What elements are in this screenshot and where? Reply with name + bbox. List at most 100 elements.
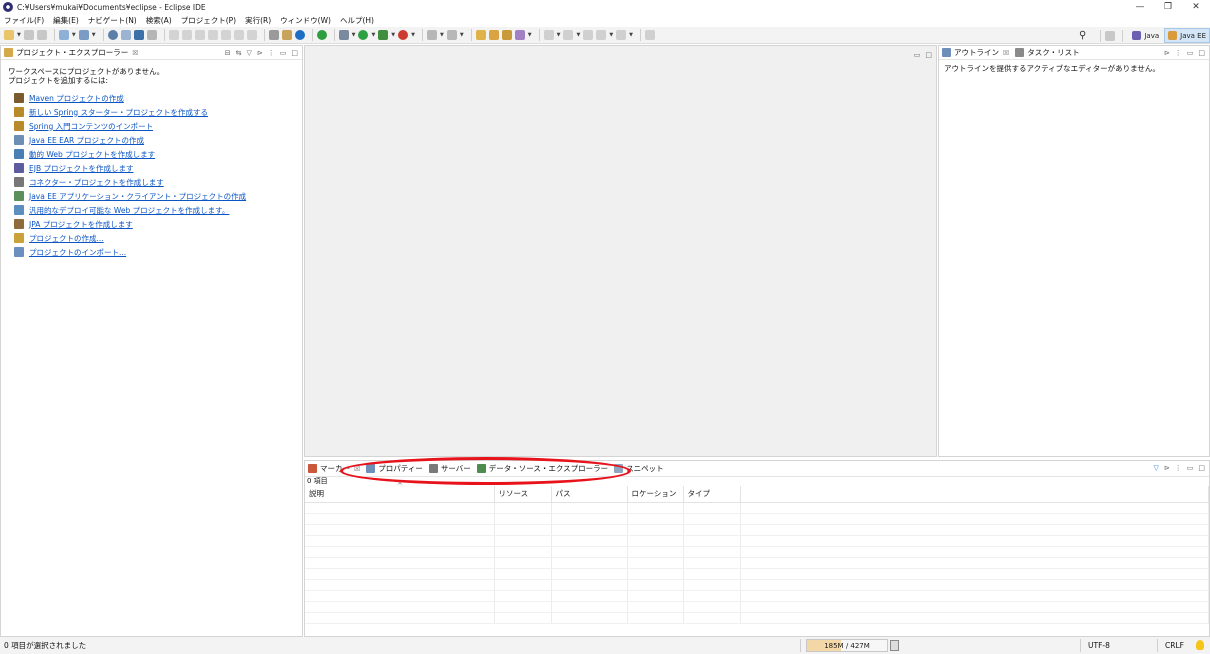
run-icon[interactable] [358,30,369,40]
create-project-link-label[interactable]: 動的 Web プロジェクトを作成します [29,149,155,160]
maximize-view-icon[interactable]: □ [1198,464,1205,472]
column-location[interactable]: ロケーション [627,486,684,503]
create-project-link-label[interactable]: Java EE EAR プロジェクトの作成 [29,135,144,146]
use-step-filters-icon[interactable] [268,30,279,40]
menu-run[interactable]: 実行(R) [245,15,271,26]
chevron-down-icon[interactable]: ▼ [352,32,356,38]
external-tools-icon[interactable] [398,30,409,40]
new-package-icon[interactable] [446,30,457,40]
chevron-down-icon[interactable]: ▼ [576,32,580,38]
create-project-link[interactable]: EJB プロジェクトを作成します [14,161,302,175]
tab-data-source-explorer[interactable]: データ・ソース・エクスプローラー [476,463,608,474]
menu-project[interactable]: プロジェクト(P) [181,15,236,26]
menu-edit[interactable]: 編集(E) [53,15,79,26]
step-return-icon[interactable] [246,30,257,40]
next-annotation-icon[interactable] [543,30,554,40]
tab-properties[interactable]: プロパティー [366,463,423,474]
close-icon[interactable]: ☒ [354,465,360,473]
open-folder-icon[interactable] [475,30,486,40]
step-into-icon[interactable] [220,30,231,40]
create-project-link-label[interactable]: Spring 入門コンテンツのインポート [29,121,153,132]
create-project-link-label[interactable]: JPA プロジェクトを作成します [29,219,133,230]
create-project-link[interactable]: プロジェクトのインポート... [14,245,302,259]
create-project-link[interactable]: Maven プロジェクトの作成 [14,91,302,105]
console-icon[interactable] [133,30,144,40]
step-over-icon[interactable] [233,30,244,40]
tab-project-explorer[interactable]: プロジェクト・エクスプローラー ☒ [4,47,139,58]
chevron-down-icon[interactable]: ▼ [92,32,96,38]
create-project-link[interactable]: Java EE EAR プロジェクトの作成 [14,133,302,147]
tab-task-list[interactable]: タスク・リスト [1015,47,1080,58]
create-project-link[interactable]: Java EE アプリケーション・クライアント・プロジェクトの作成 [14,189,302,203]
open-perspective-icon[interactable] [1105,30,1116,41]
create-project-link-label[interactable]: コネクター・プロジェクトを作成します [29,177,164,188]
new-wizard-icon[interactable] [78,30,89,40]
link-with-editor-icon[interactable]: ⇆ [236,49,242,57]
menu-navigate[interactable]: ナビゲート(N) [88,15,137,26]
chevron-down-icon[interactable]: ▼ [72,32,76,38]
create-project-link-label[interactable]: プロジェクトの作成... [29,233,104,244]
toggle-mark-icon[interactable] [146,30,157,40]
create-project-link[interactable]: プロジェクトの作成... [14,231,302,245]
column-description[interactable]: ^ 説明 [305,482,495,503]
create-project-link[interactable]: JPA プロジェクトを作成します [14,217,302,231]
create-project-link[interactable]: 汎用的なデプロイ可能な Web プロジェクトを作成します。 [14,203,302,217]
suspend-icon[interactable] [181,30,192,40]
focus-icon[interactable]: ⊳ [1164,464,1170,472]
run-last-icon[interactable] [294,30,305,40]
debug-icon[interactable] [338,30,349,40]
new-icon[interactable] [4,30,14,40]
forward-icon[interactable] [616,30,627,40]
perspective-java-ee[interactable]: Java EE [1164,28,1210,43]
column-resource[interactable]: リソース [494,486,552,503]
chevron-down-icon[interactable]: ▼ [391,32,395,38]
heap-status[interactable]: 185M / 427M [806,639,888,652]
filter-icon[interactable]: ▽ [246,49,251,57]
create-project-link-label[interactable]: Maven プロジェクトの作成 [29,93,124,104]
chevron-down-icon[interactable]: ▼ [557,32,561,38]
pin-editor-icon[interactable] [645,30,656,40]
tab-outline[interactable]: アウトライン ☒ [942,47,1009,58]
filter-icon[interactable]: ▽ [1153,464,1158,472]
save-icon[interactable] [23,30,34,40]
tab-markers[interactable]: マーカー ☒ [308,463,360,474]
column-path[interactable]: パス [551,486,628,503]
create-project-link-label[interactable]: Java EE アプリケーション・クライアント・プロジェクトの作成 [29,191,246,202]
menu-help[interactable]: ヘルプ(H) [340,15,374,26]
menu-window[interactable]: ウィンドウ(W) [280,15,331,26]
create-project-link[interactable]: 動的 Web プロジェクトを作成します [14,147,302,161]
collapse-all-icon[interactable]: ⊟ [225,49,231,57]
lightbulb-icon[interactable] [1196,640,1204,650]
trash-icon[interactable] [890,640,899,651]
line-endings-status[interactable]: CRLF [1165,641,1184,650]
minimize-view-icon[interactable]: ▭ [914,51,921,59]
coverage-icon[interactable] [378,30,389,40]
perspective-java[interactable]: Java [1129,28,1162,43]
view-menu-icon[interactable]: ⋮ [1175,464,1182,472]
create-project-link[interactable]: 新しい Spring スターター・プロジェクトを作成する [14,105,302,119]
resume-icon[interactable] [168,30,179,40]
view-menu-icon[interactable]: ⋮ [1175,49,1182,57]
disconnect-icon[interactable] [207,30,218,40]
back-icon[interactable] [596,30,607,40]
open-resource-icon[interactable] [501,30,512,40]
focus-icon[interactable]: ⊳ [257,49,263,57]
close-button[interactable]: ✕ [1182,0,1210,14]
chevron-down-icon[interactable]: ▼ [609,32,613,38]
open-type-icon[interactable] [120,30,131,40]
chevron-down-icon[interactable]: ▼ [528,32,532,38]
chevron-down-icon[interactable]: ▼ [629,32,633,38]
last-edit-icon[interactable] [583,30,594,40]
skip-breakpoints-icon[interactable] [281,30,292,40]
create-project-link-label[interactable]: EJB プロジェクトを作成します [29,163,133,174]
focus-icon[interactable]: ⊳ [1164,49,1170,57]
new-server-icon[interactable] [58,30,69,40]
save-all-icon[interactable] [36,30,47,40]
chevron-down-icon[interactable]: ▼ [411,32,415,38]
create-project-link-label[interactable]: プロジェクトのインポート... [29,247,126,258]
menu-file[interactable]: ファイル(F) [4,15,44,26]
minimize-view-icon[interactable]: ▭ [1187,464,1194,472]
previous-annotation-icon[interactable] [563,30,574,40]
tab-servers[interactable]: サーバー [428,463,471,474]
chevron-down-icon[interactable]: ▼ [371,32,375,38]
